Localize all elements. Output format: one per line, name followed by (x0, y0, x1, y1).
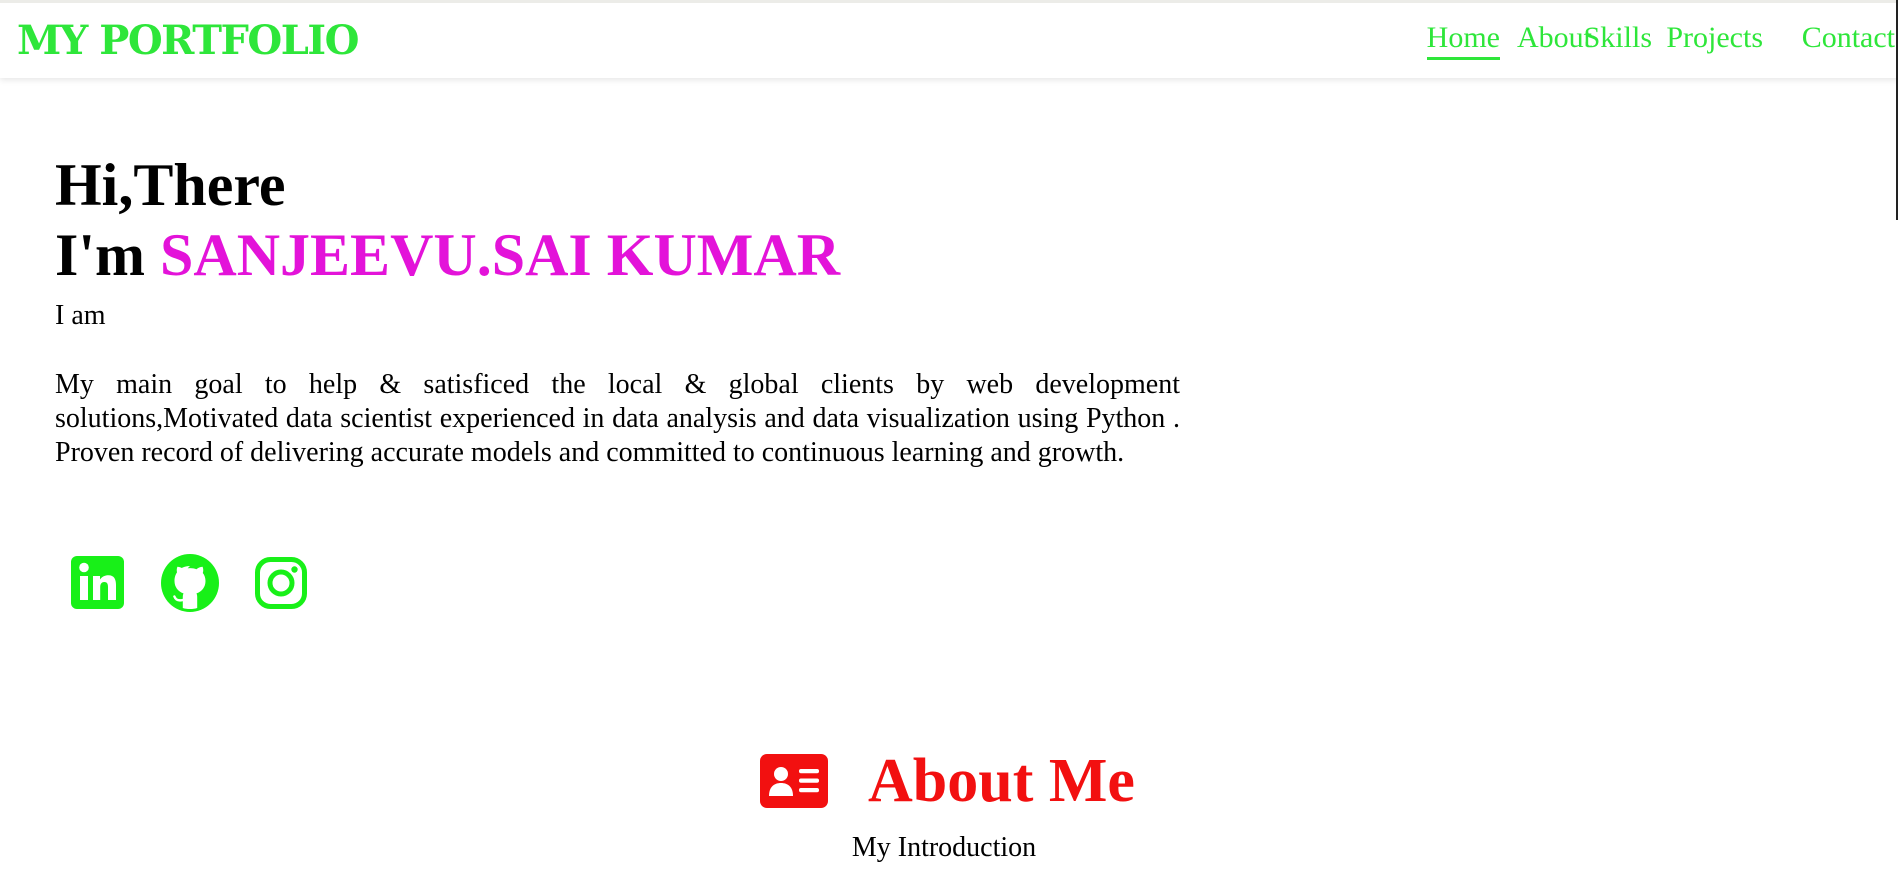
github-icon[interactable] (160, 553, 220, 613)
hero-name: SANJEEVU.SAI KUMAR (160, 222, 841, 288)
intro-prefix: I'm (55, 222, 160, 288)
hero-section: Hi,There I'm SANJEEVU.SAI KUMAR I am My … (55, 150, 1180, 470)
site-logo[interactable]: MY PORTFOLIO (17, 17, 359, 64)
page: MY PORTFOLIO Home About Skills Projects … (0, 0, 1898, 875)
instagram-icon[interactable] (251, 553, 311, 613)
hero-description: My main goal to help & satisficed the lo… (55, 369, 1180, 468)
greeting-text: Hi,There (55, 152, 286, 218)
nav-contact-link[interactable]: Contact (1802, 21, 1895, 55)
nav-home-link[interactable]: Home (1426, 21, 1500, 60)
about-subtitle: My Introduction (851, 832, 1037, 863)
hero-heading: Hi,There I'm SANJEEVU.SAI KUMAR (55, 150, 1180, 290)
nav-skills-link[interactable]: Skills (1584, 21, 1652, 55)
nav-projects-link[interactable]: Projects (1666, 21, 1763, 55)
nav-about-link[interactable]: About (1517, 21, 1592, 55)
id-card-icon (760, 754, 828, 808)
site-header: MY PORTFOLIO Home About Skills Projects … (0, 0, 1898, 78)
typed-role-label: I am (55, 300, 106, 331)
linkedin-icon[interactable] (68, 553, 128, 613)
about-title: About Me (868, 747, 1135, 815)
